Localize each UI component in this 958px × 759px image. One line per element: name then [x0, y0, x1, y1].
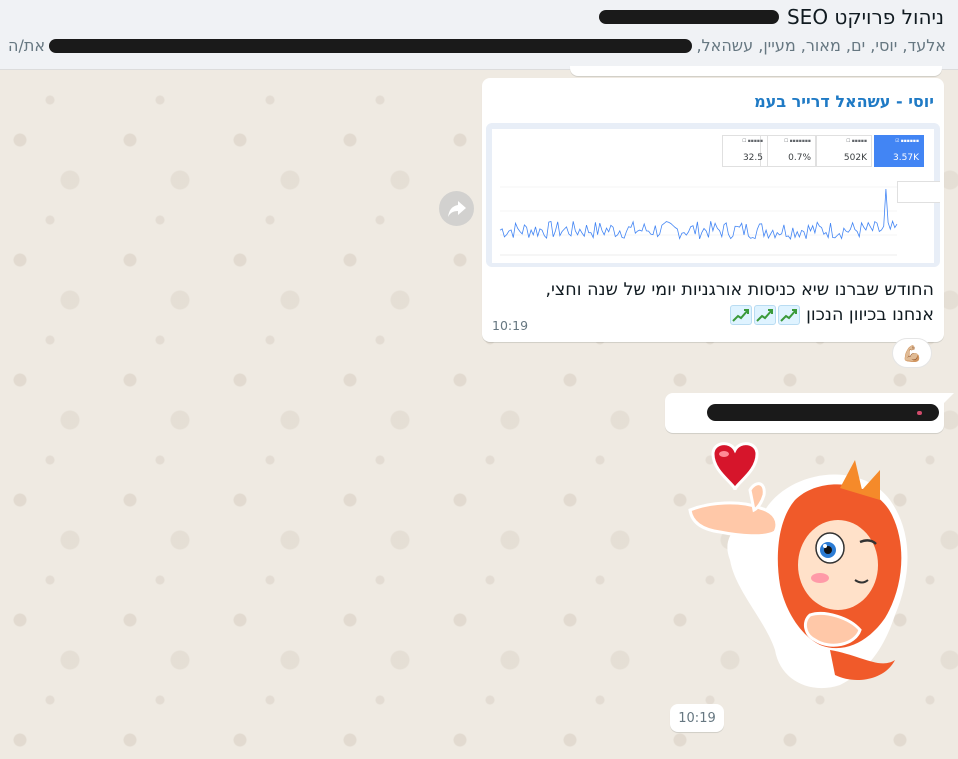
- metric-value: 502K: [843, 153, 867, 163]
- previous-message-bubble: [570, 66, 942, 76]
- heart-icon: [711, 442, 759, 491]
- metric-value: 3.57K: [893, 153, 919, 163]
- message-text: החודש שברנו שיא כניסות אורגניות יומי של …: [494, 278, 934, 328]
- message-time: 10:19: [492, 318, 529, 333]
- metric-value: 0.7%: [788, 153, 811, 163]
- chart-increasing-icon: [729, 305, 752, 325]
- outgoing-message-bubble[interactable]: [665, 393, 944, 433]
- metric-card-ctr: ☐ ▪▪▪▪▪▪▪ 0.7%: [760, 135, 816, 167]
- chat-header[interactable]: ניהול פרויקט SEO אלעד, יוסי, ים, מאור, מ…: [0, 0, 958, 70]
- redacted-members: [49, 38, 693, 53]
- members-list: אלעד, יוסי, ים, מאור, מעיין, עשהאל,: [696, 36, 946, 55]
- message-bubble[interactable]: יוסי - עשהאל דרייר בעמ ☑ ▪▪▪▪▪▪ 3.57K ☐ …: [482, 78, 944, 342]
- group-members[interactable]: אלעד, יוסי, ים, מאור, מעיין, עשהאל, את/ה: [8, 36, 946, 55]
- chart-controls: [897, 181, 940, 203]
- message-reaction[interactable]: 💪🏼: [892, 338, 932, 368]
- group-name: ניהול פרויקט SEO: [786, 5, 944, 29]
- redacted-group-name: [598, 10, 779, 24]
- chart-increasing-icon: [753, 305, 776, 325]
- metric-card-impressions: ☐ ▪▪▪▪▪ 502K: [816, 135, 872, 167]
- message-line-1: החודש שברנו שיא כניסות אורגניות יומי של …: [545, 280, 934, 300]
- metric-value: 32.5: [742, 153, 763, 163]
- members-you: את/ה: [8, 36, 46, 55]
- sticker-time: 10:19: [670, 704, 724, 732]
- message-line-2: אנחנו בכיוון הנכון: [806, 305, 934, 325]
- redacted-message-text: [707, 404, 939, 421]
- reaction-emoji: 💪🏼: [902, 343, 922, 363]
- sender-name[interactable]: יוסי - עשהאל דרייר בעמ: [754, 92, 934, 111]
- monkey-heart-sticker[interactable]: [680, 440, 950, 700]
- group-title[interactable]: ניהול פרויקט SEO: [598, 5, 944, 29]
- message-image[interactable]: ☑ ▪▪▪▪▪▪ 3.57K ☐ ▪▪▪▪▪ 502K ☐ ▪▪▪▪▪▪▪ 0.…: [486, 123, 940, 267]
- forward-icon: [447, 200, 466, 217]
- metric-card-position: ☐ ▪▪▪▪▪ 32.5: [722, 135, 768, 167]
- chart-increasing-icon: [777, 305, 800, 325]
- metric-card-clicks: ☑ ▪▪▪▪▪▪ 3.57K: [874, 135, 924, 167]
- traffic-line-chart: [499, 186, 898, 256]
- forward-button[interactable]: [439, 191, 474, 226]
- search-console-screenshot: ☑ ▪▪▪▪▪▪ 3.57K ☐ ▪▪▪▪▪ 502K ☐ ▪▪▪▪▪▪▪ 0.…: [492, 129, 940, 263]
